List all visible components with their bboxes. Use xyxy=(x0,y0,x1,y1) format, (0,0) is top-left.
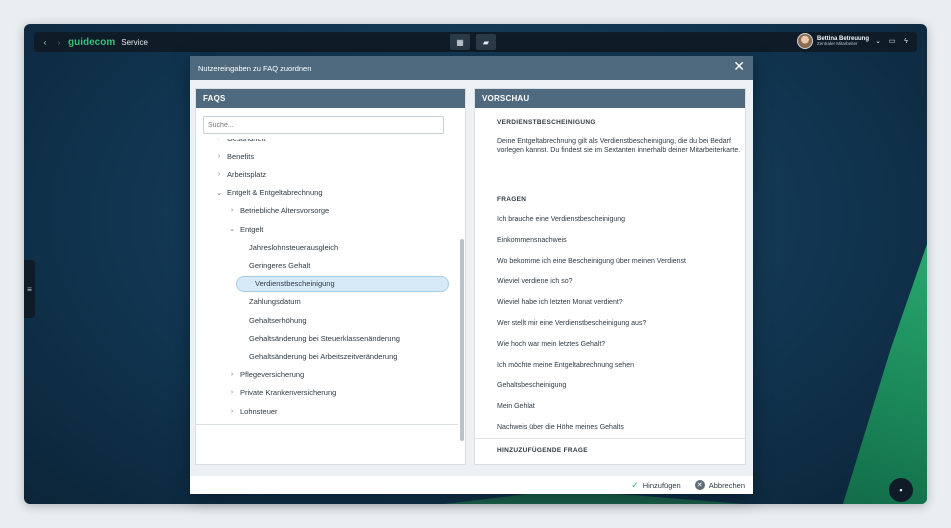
chevron-down-icon[interactable]: ⌄ xyxy=(227,225,237,233)
tree-item[interactable]: Gehaltsänderung bei Arbeitszeitveränderu… xyxy=(249,348,397,364)
faqs-panel: FAQS ›Gesundheit›Benefits›Arbeitsplatz⌄E… xyxy=(195,88,466,465)
dialog-footer: ✓ Hinzufügen ✕ Abbrechen xyxy=(190,476,753,494)
tree-item-selected[interactable]: Verdienstbescheinigung xyxy=(236,275,449,292)
chevron-right-icon[interactable]: › xyxy=(227,207,237,214)
chevron-down-icon[interactable]: ⌄ xyxy=(873,37,883,45)
window-icon[interactable]: ▭ xyxy=(887,37,897,45)
chevron-right-icon[interactable]: › xyxy=(214,153,224,160)
dialog-header: Nutzereingaben zu FAQ zuordnen ✕ xyxy=(190,56,753,80)
bolt-icon[interactable]: ϟ xyxy=(901,38,911,45)
faq-assign-dialog: Nutzereingaben zu FAQ zuordnen ✕ FAQS ›G… xyxy=(190,56,753,494)
tree-item-label: Gesundheit xyxy=(227,139,265,143)
question-item[interactable]: Wieviel verdiene ich so? xyxy=(497,278,572,285)
cancel-button-label: Abbrechen xyxy=(708,480,745,490)
tree-item[interactable]: › Arbeitsplatz xyxy=(214,166,266,182)
chevron-right-icon[interactable]: › xyxy=(214,171,224,178)
search-input[interactable] xyxy=(203,116,444,134)
question-item[interactable]: Nachweis über die Höhe meines Gehalts xyxy=(497,424,624,431)
chat-icon: ▪ xyxy=(899,485,903,495)
chevron-right-icon[interactable]: › xyxy=(227,389,237,396)
add-button[interactable]: ✓ Hinzufügen xyxy=(631,480,681,491)
book-icon[interactable]: ▰ xyxy=(476,34,496,50)
tree-item[interactable]: Zahlungsdatum xyxy=(249,294,301,310)
tree-item-label: Entgelt xyxy=(240,224,264,234)
question-item[interactable]: Mein Gehlat xyxy=(497,403,535,410)
chat-button[interactable]: ▪ xyxy=(889,478,913,502)
tree-item-label: Gehaltsänderung bei Steuerklassenänderun… xyxy=(249,333,400,343)
question-item[interactable]: Ich brauche eine Verdienstbescheinigung xyxy=(497,216,625,223)
tree-item-label: Arbeitsplatz xyxy=(227,169,267,179)
service-label: Service xyxy=(121,37,148,47)
chevron-down-icon[interactable]: ⌄ xyxy=(214,189,224,197)
tree-item-label: Betriebliche Altersvorsorge xyxy=(240,206,330,216)
tree-scrollbar[interactable] xyxy=(460,239,464,441)
tree-item-label: Gehaltserhöhung xyxy=(249,315,307,325)
preview-header: VORSCHAU xyxy=(475,89,745,108)
chevron-right-icon[interactable]: › xyxy=(227,371,237,378)
brand-logo: guidecom xyxy=(68,36,116,48)
tree-item-label: Geringeres Gehalt xyxy=(249,260,311,270)
divider xyxy=(475,438,745,439)
tree-item[interactable]: ›Gesundheit xyxy=(214,139,266,146)
tree-item-label: Entgelt & Entgeltabrechnung xyxy=(227,188,323,198)
tree-item-label: Gehaltsänderung bei Arbeitszeitveränderu… xyxy=(249,351,398,361)
tree-item-label: Lohnsteuer xyxy=(240,406,278,416)
check-icon: ✓ xyxy=(631,479,639,490)
chevron-right-icon[interactable]: › xyxy=(214,139,224,142)
preview-title: VERDIENSTBESCHEINIGUNG xyxy=(497,119,596,126)
tree-item[interactable]: › Private Krankenversicherung xyxy=(227,385,336,401)
tree-item-label: Jahreslohnsteuerausgleich xyxy=(249,242,339,252)
tree-item[interactable]: › Pflegeversicherung xyxy=(227,367,304,383)
questions-header: FRAGEN xyxy=(497,196,527,203)
tree-item[interactable]: › Lohnsteuer xyxy=(227,403,278,419)
tree-item[interactable]: Gehaltsänderung bei Steuerklassenänderun… xyxy=(249,330,400,346)
faqs-header: FAQS xyxy=(196,89,465,108)
tree-item-label: Private Krankenversicherung xyxy=(240,388,337,398)
user-role: Zentraler Mitarbeiter xyxy=(816,40,858,46)
question-item[interactable]: Ich möchte meine Entgeltabrechnung sehen xyxy=(497,362,634,369)
menu-icon: ≡ xyxy=(27,284,32,294)
forward-icon[interactable]: › xyxy=(52,35,66,49)
tree-item-label: Zahlungsdatum xyxy=(249,297,301,307)
dialog-title: Nutzereingaben zu FAQ zuordnen xyxy=(198,63,312,73)
cancel-button[interactable]: ✕ Abbrechen xyxy=(694,480,745,490)
question-item[interactable]: Gehaltsbescheinigung xyxy=(497,382,566,389)
question-item[interactable]: Wer stellt mir eine Verdienstbescheinigu… xyxy=(497,320,646,327)
cancel-icon: ✕ xyxy=(694,480,705,490)
question-item[interactable]: Wieviel habe ich letzten Monat verdient? xyxy=(497,299,623,306)
chevron-right-icon[interactable]: › xyxy=(227,408,237,415)
tree-item[interactable]: Geringeres Gehalt xyxy=(249,257,310,273)
preview-description: Deine Entgeltabrechnung gilt als Verdien… xyxy=(497,138,741,154)
tree-item[interactable]: ⌄ Entgelt & Entgeltabrechnung xyxy=(214,185,323,201)
add-question-header: HINZUZUFÜGENDE FRAGE xyxy=(497,447,588,454)
tree-item-label: Pflegeversicherung xyxy=(240,370,305,380)
background-wave xyxy=(843,244,927,504)
tree-item-label: Verdienstbescheinigung xyxy=(255,279,335,289)
dashboard-icon[interactable]: ▦ xyxy=(450,34,470,50)
tree-item-label: Benefits xyxy=(227,151,255,161)
tree-divider xyxy=(196,424,458,425)
faq-tree: ›Gesundheit›Benefits›Arbeitsplatz⌄Entgel… xyxy=(196,139,458,425)
sidebar-toggle[interactable]: ≡ xyxy=(24,260,35,318)
user-info: Bettina Betreuung Zentraler Mitarbeiter xyxy=(817,36,869,47)
user-menu[interactable]: Bettina Betreuung Zentraler Mitarbeiter … xyxy=(796,33,911,49)
tree-item[interactable]: Jahreslohnsteuerausgleich xyxy=(249,239,338,255)
close-icon[interactable]: ✕ xyxy=(733,59,745,73)
preview-panel: VORSCHAU VERDIENSTBESCHEINIGUNG Deine En… xyxy=(474,88,746,465)
add-button-label: Hinzufügen xyxy=(642,480,681,490)
center-toolbar: ▦ ▰ xyxy=(450,34,496,50)
question-item[interactable]: Wo bekomme ich eine Bescheinigung über m… xyxy=(497,258,686,265)
top-bar: ‹ › guidecom Service ▦ ▰ Bettina Betreuu… xyxy=(34,32,917,52)
question-item[interactable]: Einkommensnachweis xyxy=(497,237,567,244)
question-item[interactable]: Wie hoch war mein letztes Gehalt? xyxy=(497,341,605,348)
back-icon[interactable]: ‹ xyxy=(38,35,52,49)
tree-item[interactable]: Gehaltserhöhung xyxy=(249,312,307,328)
avatar[interactable] xyxy=(796,33,813,49)
tree-item[interactable]: › Betriebliche Altersvorsorge xyxy=(227,203,329,219)
tree-item[interactable]: › Benefits xyxy=(214,148,254,164)
tree-item[interactable]: ⌄ Entgelt xyxy=(227,221,263,237)
